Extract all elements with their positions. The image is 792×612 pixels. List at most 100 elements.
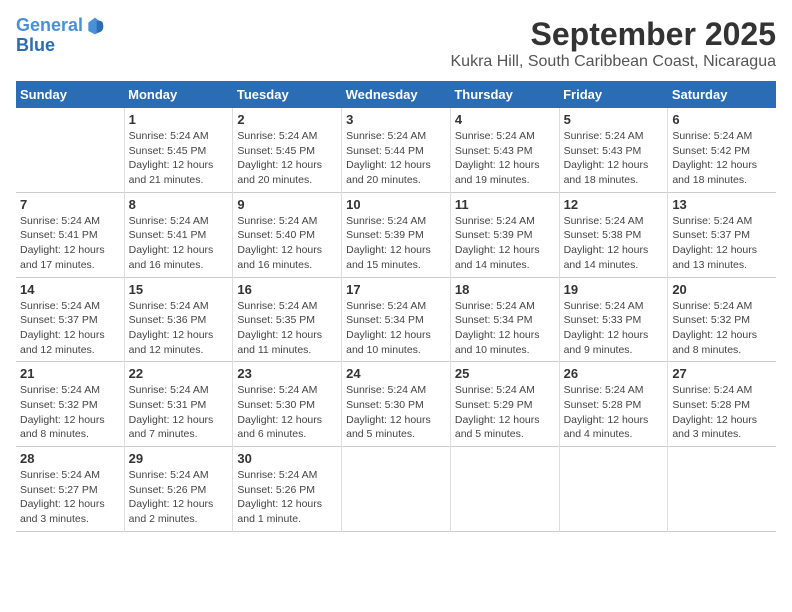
col-header-monday: Monday [124,81,233,108]
calendar-cell: 22 Sunrise: 5:24 AM Sunset: 5:31 PM Dayli… [124,362,233,447]
day-number: 3 [346,112,446,127]
cell-details: Sunrise: 5:24 AM Sunset: 5:45 PM Dayligh… [237,129,337,188]
calendar-cell: 17 Sunrise: 5:24 AM Sunset: 5:34 PM Dayli… [342,277,451,362]
cell-details: Sunrise: 5:24 AM Sunset: 5:44 PM Dayligh… [346,129,446,188]
calendar-cell: 4 Sunrise: 5:24 AM Sunset: 5:43 PM Daylig… [450,108,559,192]
day-number: 14 [20,282,120,297]
week-row: 14Sunrise: 5:24 AM Sunset: 5:37 PM Dayli… [16,277,776,362]
day-number: 1 [129,112,229,127]
day-number: 18 [455,282,555,297]
day-number: 29 [129,451,229,466]
cell-details: Sunrise: 5:24 AM Sunset: 5:45 PM Dayligh… [129,129,229,188]
day-number: 26 [564,366,664,381]
day-number: 20 [672,282,772,297]
calendar-cell: 28 Sunrise: 5:24 AM Sunset: 5:27 PM Dayli… [16,447,124,532]
cell-details: Sunrise: 5:24 AM Sunset: 5:36 PM Dayligh… [129,299,229,358]
cell-details: Sunrise: 5:24 AM Sunset: 5:34 PM Dayligh… [455,299,555,358]
logo-text: General [16,16,83,36]
cell-details: Sunrise: 5:24 AM Sunset: 5:39 PM Dayligh… [455,214,555,273]
calendar-cell: 3 Sunrise: 5:24 AM Sunset: 5:44 PM Daylig… [342,108,451,192]
day-number: 2 [237,112,337,127]
cell-details: Sunrise: 5:24 AM Sunset: 5:43 PM Dayligh… [455,129,555,188]
calendar-cell: 11Sunrise: 5:24 AM Sunset: 5:39 PM Dayli… [450,192,559,277]
calendar-cell: 12 Sunrise: 5:24 AM Sunset: 5:38 PM Dayli… [559,192,668,277]
calendar-cell: 25 Sunrise: 5:24 AM Sunset: 5:29 PM Dayli… [450,362,559,447]
day-number: 19 [564,282,664,297]
calendar-cell: 5Sunrise: 5:24 AM Sunset: 5:43 PM Daylig… [559,108,668,192]
col-header-saturday: Saturday [668,81,776,108]
calendar-cell: 14Sunrise: 5:24 AM Sunset: 5:37 PM Dayli… [16,277,124,362]
calendar-cell: 23Sunrise: 5:24 AM Sunset: 5:30 PM Dayli… [233,362,342,447]
calendar-cell: 29 Sunrise: 5:24 AM Sunset: 5:26 PM Dayli… [124,447,233,532]
cell-details: Sunrise: 5:24 AM Sunset: 5:41 PM Dayligh… [129,214,229,273]
cell-details: Sunrise: 5:24 AM Sunset: 5:28 PM Dayligh… [672,383,772,442]
calendar-cell: 7 Sunrise: 5:24 AM Sunset: 5:41 PM Daylig… [16,192,124,277]
day-number: 5 [564,112,664,127]
day-number: 28 [20,451,120,466]
cell-details: Sunrise: 5:24 AM Sunset: 5:29 PM Dayligh… [455,383,555,442]
day-number: 25 [455,366,555,381]
calendar-cell: 10 Sunrise: 5:24 AM Sunset: 5:39 PM Dayli… [342,192,451,277]
week-row: 21Sunrise: 5:24 AM Sunset: 5:32 PM Dayli… [16,362,776,447]
day-number: 22 [129,366,229,381]
day-number: 6 [672,112,772,127]
calendar-cell: 21Sunrise: 5:24 AM Sunset: 5:32 PM Dayli… [16,362,124,447]
calendar-cell: 13 Sunrise: 5:24 AM Sunset: 5:37 PM Dayli… [668,192,776,277]
day-number: 4 [455,112,555,127]
cell-details: Sunrise: 5:24 AM Sunset: 5:26 PM Dayligh… [129,468,229,527]
calendar-cell [559,447,668,532]
day-number: 24 [346,366,446,381]
calendar-cell: 27 Sunrise: 5:24 AM Sunset: 5:28 PM Dayli… [668,362,776,447]
calendar-cell: 20 Sunrise: 5:24 AM Sunset: 5:32 PM Dayli… [668,277,776,362]
logo-subtext: Blue [16,36,105,56]
cell-details: Sunrise: 5:24 AM Sunset: 5:27 PM Dayligh… [20,468,120,527]
cell-details: Sunrise: 5:24 AM Sunset: 5:26 PM Dayligh… [237,468,337,527]
calendar-cell: 26 Sunrise: 5:24 AM Sunset: 5:28 PM Dayli… [559,362,668,447]
cell-details: Sunrise: 5:24 AM Sunset: 5:38 PM Dayligh… [564,214,664,273]
calendar-header-row: SundayMondayTuesdayWednesdayThursdayFrid… [16,81,776,108]
logo-icon [85,16,105,36]
cell-details: Sunrise: 5:24 AM Sunset: 5:41 PM Dayligh… [20,214,120,273]
cell-details: Sunrise: 5:24 AM Sunset: 5:32 PM Dayligh… [672,299,772,358]
day-number: 7 [20,197,120,212]
cell-details: Sunrise: 5:24 AM Sunset: 5:30 PM Dayligh… [346,383,446,442]
day-number: 16 [237,282,337,297]
cell-details: Sunrise: 5:24 AM Sunset: 5:42 PM Dayligh… [672,129,772,188]
calendar-cell: 15 Sunrise: 5:24 AM Sunset: 5:36 PM Dayli… [124,277,233,362]
cell-details: Sunrise: 5:24 AM Sunset: 5:31 PM Dayligh… [129,383,229,442]
col-header-tuesday: Tuesday [233,81,342,108]
cell-details: Sunrise: 5:24 AM Sunset: 5:35 PM Dayligh… [237,299,337,358]
day-number: 15 [129,282,229,297]
col-header-sunday: Sunday [16,81,124,108]
cell-details: Sunrise: 5:24 AM Sunset: 5:39 PM Dayligh… [346,214,446,273]
col-header-thursday: Thursday [450,81,559,108]
day-number: 10 [346,197,446,212]
cell-details: Sunrise: 5:24 AM Sunset: 5:40 PM Dayligh… [237,214,337,273]
page-title: September 2025 [451,16,777,53]
calendar-cell: 16 Sunrise: 5:24 AM Sunset: 5:35 PM Dayli… [233,277,342,362]
week-row: 7 Sunrise: 5:24 AM Sunset: 5:41 PM Daylig… [16,192,776,277]
day-number: 27 [672,366,772,381]
col-header-wednesday: Wednesday [342,81,451,108]
calendar-cell [342,447,451,532]
day-number: 13 [672,197,772,212]
day-number: 12 [564,197,664,212]
week-row: 1 Sunrise: 5:24 AM Sunset: 5:45 PM Daylig… [16,108,776,192]
logo: General Blue [16,16,105,56]
cell-details: Sunrise: 5:24 AM Sunset: 5:30 PM Dayligh… [237,383,337,442]
day-number: 9 [237,197,337,212]
cell-details: Sunrise: 5:24 AM Sunset: 5:28 PM Dayligh… [564,383,664,442]
cell-details: Sunrise: 5:24 AM Sunset: 5:32 PM Dayligh… [20,383,120,442]
calendar-cell [668,447,776,532]
calendar-cell: 19Sunrise: 5:24 AM Sunset: 5:33 PM Dayli… [559,277,668,362]
week-row: 28 Sunrise: 5:24 AM Sunset: 5:27 PM Dayli… [16,447,776,532]
cell-details: Sunrise: 5:24 AM Sunset: 5:37 PM Dayligh… [672,214,772,273]
calendar-cell [450,447,559,532]
day-number: 8 [129,197,229,212]
calendar-cell: 1 Sunrise: 5:24 AM Sunset: 5:45 PM Daylig… [124,108,233,192]
calendar-cell: 18 Sunrise: 5:24 AM Sunset: 5:34 PM Dayli… [450,277,559,362]
page-subtitle: Kukra Hill, South Caribbean Coast, Nicar… [451,53,777,71]
day-number: 17 [346,282,446,297]
calendar-cell: 6 Sunrise: 5:24 AM Sunset: 5:42 PM Daylig… [668,108,776,192]
cell-details: Sunrise: 5:24 AM Sunset: 5:34 PM Dayligh… [346,299,446,358]
